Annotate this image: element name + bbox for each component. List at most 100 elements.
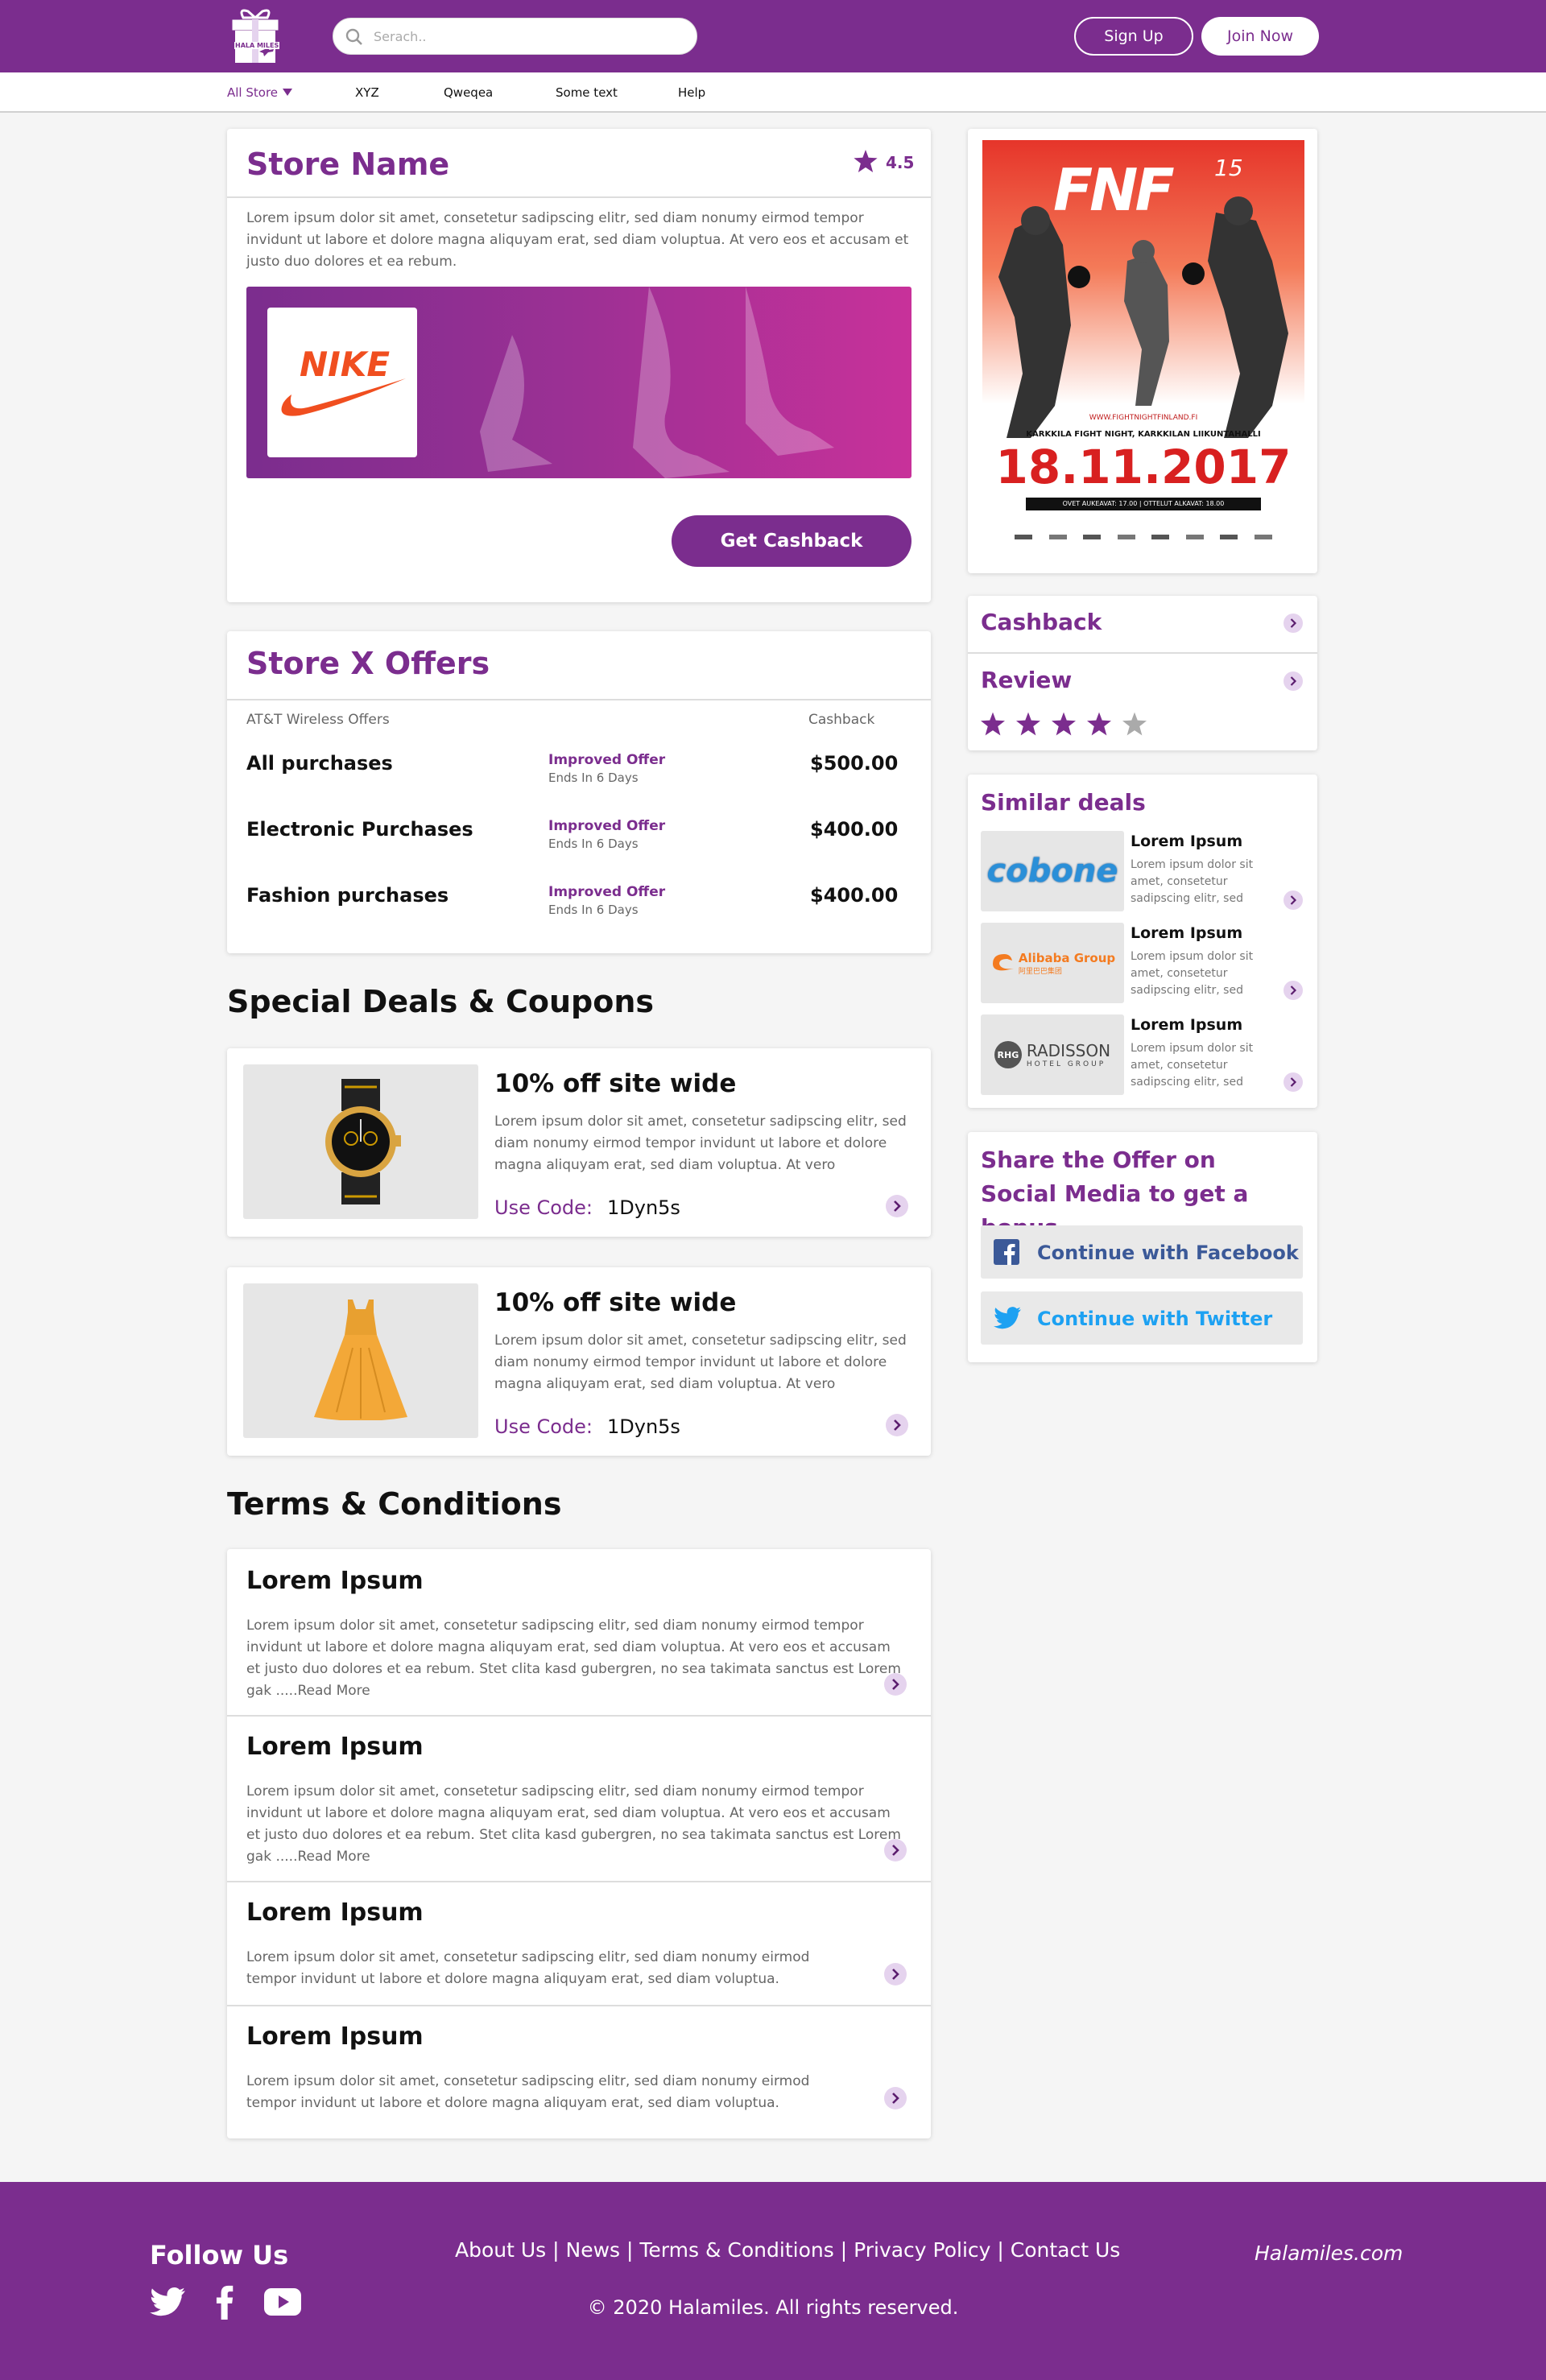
deal-image (243, 1283, 478, 1438)
chevron-right-icon[interactable] (884, 2087, 907, 2109)
star-filled-icon[interactable] (981, 712, 1005, 736)
deal-description: Lorem ipsum dolor sit amet, consetetur s… (494, 1333, 907, 1392)
chevron-right-icon[interactable] (884, 1839, 907, 1861)
event-poster-card[interactable]: FNF 15 WWW.FIGHTNIGHTFINLAND.FI KARKKILA… (968, 129, 1317, 573)
terms-title: Terms & Conditions (227, 1486, 562, 1522)
poster-venue: KARKKILA FIGHT NIGHT, KARKKILAN LIIKUNTA… (1026, 430, 1261, 439)
similar-deals-card: Similar deals cobone Lorem Ipsum Lorem i… (968, 775, 1317, 1108)
poster-sponsor-dots (1015, 535, 1272, 546)
star-empty-icon[interactable] (1122, 712, 1147, 736)
chevron-right-icon[interactable] (1284, 671, 1303, 691)
chevron-right-icon[interactable] (1284, 981, 1303, 1000)
offer-row[interactable]: All purchases Improved Offer Ends In 6 D… (246, 752, 898, 800)
get-cashback-button[interactable]: Get Cashback (672, 515, 911, 567)
chevron-right-icon[interactable] (1284, 614, 1303, 633)
search-input[interactable]: Serach.. (374, 29, 427, 44)
footer-link-terms[interactable]: Terms & Conditions (639, 2238, 833, 2262)
nav-all-store[interactable]: All Store (227, 85, 278, 100)
chevron-right-icon[interactable] (1284, 1072, 1303, 1092)
divider (227, 2005, 931, 2006)
fighters-image-icon (998, 196, 1288, 438)
footer-separator: | (620, 2238, 640, 2262)
term-text: Lorem ipsum dolor sit amet, consetetur s… (246, 1618, 901, 1699)
radisson-logo-text: RADISSON (1026, 1041, 1111, 1060)
nav-xyz[interactable]: XYZ (355, 85, 379, 100)
footer-link-news[interactable]: News (566, 2238, 621, 2262)
poster-doors: OVET AUKEAVAT: 17.00 | OTTELUT ALKAVAT: … (1026, 498, 1261, 510)
store-card: Store Name 4.5 Lorem ipsum dolor sit ame… (227, 129, 931, 602)
deal-card[interactable]: 10% off site wide Lorem ipsum dolor sit … (227, 1267, 931, 1456)
divider (227, 699, 931, 700)
sign-up-button[interactable]: Sign Up (1074, 17, 1193, 56)
twitter-icon (994, 1307, 1021, 1329)
nav-some-text[interactable]: Some text (556, 85, 618, 100)
radisson-logo-sub: HOTEL GROUP (1026, 1060, 1106, 1068)
chevron-right-icon[interactable] (1284, 890, 1303, 910)
term-text: Lorem ipsum dolor sit amet, consetetur s… (246, 1949, 810, 1987)
poster-date: 18.11.2017 (995, 440, 1292, 494)
similar-deals-title: Similar deals (981, 789, 1146, 816)
footer-link-about[interactable]: About Us (455, 2238, 546, 2262)
term-text: Lorem ipsum dolor sit amet, consetetur s… (246, 2073, 810, 2111)
offer-ends: Ends In 6 Days (548, 771, 639, 785)
sponsor-logo-icon (1048, 535, 1067, 539)
store-description: Lorem ipsum dolor sit amet, consetetur s… (246, 210, 909, 270)
store-rating: 4.5 (886, 153, 915, 172)
offer-row[interactable]: Electronic Purchases Improved Offer Ends… (246, 818, 898, 866)
chevron-right-icon[interactable] (886, 1414, 908, 1436)
chevron-right-icon[interactable] (884, 1673, 907, 1696)
twitter-button[interactable]: Continue with Twitter (981, 1291, 1303, 1345)
divider (227, 1881, 931, 1882)
offer-row[interactable]: Fashion purchases Improved Offer Ends In… (246, 884, 898, 932)
deal-card[interactable]: 10% off site wide Lorem ipsum dolor sit … (227, 1048, 931, 1237)
nike-logo[interactable]: NIKE (267, 308, 417, 457)
nike-swoosh-icon (281, 378, 406, 416)
sponsor-logo-icon (1117, 535, 1135, 539)
cobone-logo[interactable]: cobone (981, 831, 1124, 911)
footer-copyright: © 2020 Halamiles. All rights reserved. (587, 2296, 959, 2319)
chevron-down-icon[interactable] (283, 89, 292, 97)
deal-code[interactable]: 1Dyn5s (607, 1196, 680, 1219)
nav-help[interactable]: Help (678, 85, 705, 100)
radisson-logo[interactable]: RHG RADISSON HOTEL GROUP (981, 1014, 1124, 1095)
similar-title: Lorem Ipsum (1131, 833, 1243, 850)
deal-image (243, 1064, 478, 1219)
poster-url: WWW.FIGHTNIGHTFINLAND.FI (1089, 414, 1198, 422)
footer-separator: | (833, 2238, 854, 2262)
search-bar[interactable]: Serach.. (333, 18, 697, 55)
category-nav: All Store XYZ Qweqea Some text Help (0, 72, 1546, 113)
offer-ends: Ends In 6 Days (548, 837, 639, 851)
sponsor-logo-icon (1185, 535, 1204, 539)
facebook-button[interactable]: Continue with Facebook (981, 1225, 1303, 1279)
term-text: Lorem ipsum dolor sit amet, consetetur s… (246, 1783, 901, 1865)
similar-text: Lorem ipsum dolor sit amet, consetetur s… (1131, 858, 1254, 905)
star-filled-icon[interactable] (1016, 712, 1040, 736)
halamiles-logo[interactable]: HALA MILES (227, 6, 283, 68)
footer: Follow Us About Us | News | Terms & Cond… (0, 2182, 1546, 2380)
offer-tag: Improved Offer (548, 752, 666, 768)
footer-link-privacy[interactable]: Privacy Policy (854, 2238, 990, 2262)
nav-qweqea[interactable]: Qweqea (444, 85, 493, 100)
star-filled-icon[interactable] (1052, 712, 1076, 736)
term-title: Lorem Ipsum (246, 1567, 424, 1595)
divider (227, 196, 931, 198)
divider (968, 652, 1317, 654)
chevron-right-icon[interactable] (884, 1963, 907, 1985)
footer-brand[interactable]: Halamiles.com (1255, 2242, 1403, 2265)
deal-code[interactable]: 1Dyn5s (607, 1415, 680, 1438)
star-filled-icon[interactable] (1087, 712, 1111, 736)
offer-amount: $400.00 (810, 818, 899, 841)
cashback-link[interactable]: Cashback (981, 609, 1102, 635)
chevron-right-icon[interactable] (886, 1195, 908, 1217)
star-icon (854, 150, 878, 172)
join-now-button[interactable]: Join Now (1201, 17, 1319, 56)
similar-text: Lorem ipsum dolor sit amet, consetetur s… (1131, 950, 1254, 997)
offer-name: All purchases (246, 752, 393, 775)
footer-link-contact[interactable]: Contact Us (1011, 2238, 1121, 2262)
sponsor-logo-icon (1220, 535, 1238, 539)
alibaba-logo[interactable]: Alibaba Group 阿里巴巴集团 (981, 923, 1124, 1003)
review-stars[interactable] (981, 712, 1147, 736)
store-name: Store Name (246, 147, 450, 182)
review-link[interactable]: Review (981, 667, 1072, 693)
term-title: Lorem Ipsum (246, 1733, 424, 1761)
